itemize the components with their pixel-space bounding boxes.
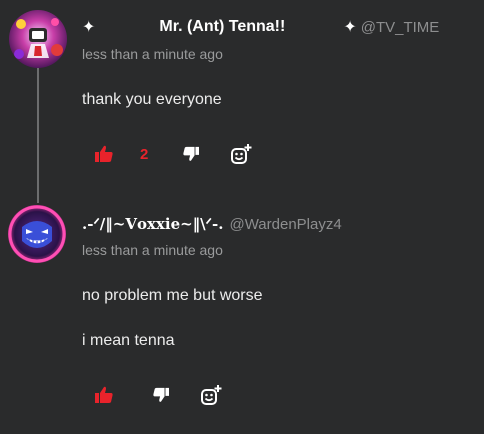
like-button[interactable]	[94, 386, 114, 404]
comment-header: .-ᐟ/‖~𝐕𝐨𝐱𝐱𝐢𝐞~‖\ᐟ-. @WardenPlayz4	[82, 212, 472, 236]
add-emoji-icon	[231, 144, 252, 164]
comment-text: no problem me but worse	[82, 287, 263, 304]
thumbs-up-icon	[95, 386, 113, 403]
avatar[interactable]	[8, 205, 66, 263]
thumbs-down-icon	[153, 387, 169, 402]
user-handle[interactable]: @TV_TIME	[361, 19, 440, 36]
react-button[interactable]	[230, 143, 252, 165]
like-count: 2	[140, 145, 149, 163]
comment-actions	[94, 383, 222, 407]
comment-text: i mean tenna	[82, 332, 175, 349]
user-handle[interactable]: @WardenPlayz4	[229, 216, 341, 233]
dislike-button[interactable]	[182, 146, 200, 162]
comment-text: thank you everyone	[82, 91, 222, 108]
comment-actions: 2	[94, 142, 252, 166]
display-name[interactable]: Mr. (Ant) Tenna!!	[159, 18, 285, 36]
thumbs-down-icon	[183, 146, 200, 161]
timestamp: less than a minute ago	[82, 46, 223, 62]
thumbs-up-icon	[95, 145, 113, 162]
sparkle-icon: ✦	[343, 19, 357, 36]
display-name[interactable]: .-ᐟ/‖~𝐕𝐨𝐱𝐱𝐢𝐞~‖\ᐟ-.	[82, 215, 223, 233]
comment-header: ✦ Mr. (Ant) Tenna!! ✦ @TV_TIME	[82, 15, 472, 39]
like-button[interactable]: 2	[94, 145, 148, 163]
dislike-button[interactable]	[152, 387, 170, 403]
avatar[interactable]	[9, 10, 67, 68]
comment-thread: ✦ Mr. (Ant) Tenna!! ✦ @TV_TIME less than…	[0, 0, 484, 434]
thread-connector-line	[37, 68, 39, 203]
timestamp: less than a minute ago	[82, 242, 223, 258]
grinning-demon-avatar-icon	[8, 205, 66, 263]
tv-head-avatar-icon	[9, 10, 67, 68]
react-button[interactable]	[200, 384, 222, 406]
sparkle-icon: ✦	[82, 19, 96, 36]
add-emoji-icon	[201, 385, 222, 405]
